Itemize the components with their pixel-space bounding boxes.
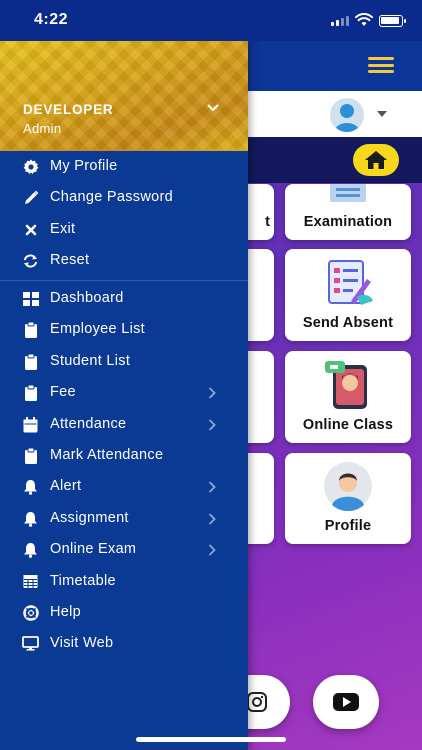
pencil-icon: [22, 189, 39, 206]
cellular-signal-icon: [331, 16, 349, 26]
drawer-divider: [0, 280, 248, 281]
profile-avatar-icon: [324, 462, 372, 511]
chevron-right-icon: [209, 513, 216, 525]
dashboard-card-partial-label: t: [265, 214, 270, 230]
menu-item-online-exam[interactable]: Online Exam: [0, 534, 248, 564]
examination-label: Examination: [303, 214, 393, 230]
clipboard-icon: [22, 353, 39, 370]
examination-icon: [330, 184, 366, 202]
menu-item-label: Reset: [50, 252, 90, 268]
menu-item-label: Dashboard: [50, 290, 124, 306]
menu-item-alert[interactable]: Alert: [0, 471, 248, 501]
menu-item-student-list[interactable]: Student List: [0, 346, 248, 376]
table-icon: [22, 573, 39, 590]
online-class-card[interactable]: Online Class: [285, 351, 411, 443]
chevron-right-icon: [209, 481, 216, 493]
menu-item-label: Change Password: [50, 189, 173, 205]
chevron-right-icon: [209, 544, 216, 556]
refresh-icon: [22, 252, 39, 269]
menu-item-label: Fee: [50, 384, 76, 400]
menu-item-my-profile[interactable]: My Profile: [0, 151, 248, 181]
close-icon: [22, 221, 39, 238]
menu-item-label: Help: [50, 604, 82, 620]
send-absent-card[interactable]: Send Absent: [285, 249, 411, 341]
calendar-icon: [22, 416, 39, 433]
clipboard-icon: [22, 447, 39, 464]
drawer-header[interactable]: DEVELOPER Admin: [0, 41, 248, 151]
profile-card[interactable]: Profile: [285, 453, 411, 544]
menu-item-label: Mark Attendance: [50, 447, 164, 463]
menu-item-label: Alert: [50, 478, 82, 494]
user-dropdown-caret-icon[interactable]: [377, 111, 387, 117]
home-button[interactable]: [353, 144, 399, 176]
menu-item-help[interactable]: Help: [0, 597, 248, 627]
examination-card[interactable]: Examination: [285, 184, 411, 240]
menu-item-exit[interactable]: Exit: [0, 214, 248, 244]
battery-icon: [379, 15, 406, 27]
monitor-icon: [22, 635, 39, 652]
navigation-drawer: DEVELOPER Admin My Profile Change Passwo…: [0, 41, 248, 750]
menu-item-attendance[interactable]: Attendance: [0, 409, 248, 439]
send-absent-icon: [328, 260, 373, 305]
menu-item-label: Exit: [50, 221, 76, 237]
drawer-user-name: DEVELOPER: [23, 102, 114, 117]
menu-item-fee[interactable]: Fee: [0, 377, 248, 407]
bell-icon: [22, 510, 39, 527]
menu-item-reset[interactable]: Reset: [0, 245, 248, 275]
menu-item-label: My Profile: [50, 158, 118, 174]
clipboard-icon: [22, 321, 39, 338]
home-icon: [365, 151, 387, 169]
bell-icon: [22, 478, 39, 495]
menu-item-visit-web[interactable]: Visit Web: [0, 628, 248, 658]
online-class-label: Online Class: [302, 417, 394, 433]
menu-item-dashboard[interactable]: Dashboard: [0, 283, 248, 313]
chevron-down-icon[interactable]: [207, 103, 219, 113]
menu-item-label: Assignment: [50, 510, 129, 526]
user-avatar-icon[interactable]: [330, 98, 364, 132]
youtube-icon: [333, 693, 359, 711]
wifi-icon: [355, 13, 373, 26]
lifebuoy-icon: [22, 604, 39, 621]
profile-label: Profile: [324, 518, 372, 534]
menu-item-timetable[interactable]: Timetable: [0, 566, 248, 596]
menu-item-change-password[interactable]: Change Password: [0, 182, 248, 212]
instagram-icon: [247, 692, 267, 712]
menu-item-assignment[interactable]: Assignment: [0, 503, 248, 533]
youtube-button[interactable]: [313, 675, 379, 729]
send-absent-label: Send Absent: [302, 315, 394, 331]
online-class-icon: [325, 361, 367, 409]
menu-item-label: Attendance: [50, 416, 127, 432]
clipboard-icon: [22, 384, 39, 401]
gear-icon: [22, 158, 39, 175]
menu-item-label: Visit Web: [50, 635, 114, 651]
menu-item-label: Timetable: [50, 573, 116, 589]
dashboard-icon: [22, 290, 39, 307]
home-indicator: [136, 737, 286, 742]
menu-item-employee-list[interactable]: Employee List: [0, 314, 248, 344]
chevron-right-icon: [209, 419, 216, 431]
menu-item-label: Online Exam: [50, 541, 137, 557]
status-time: 4:22: [34, 11, 69, 28]
drawer-user-role: Admin: [23, 121, 62, 136]
menu-item-label: Student List: [50, 353, 131, 369]
bell-icon: [22, 541, 39, 558]
status-bar: 4:22: [0, 0, 422, 41]
menu-item-label: Employee List: [50, 321, 145, 337]
menu-item-mark-attendance[interactable]: Mark Attendance: [0, 440, 248, 470]
chevron-right-icon: [209, 387, 216, 399]
menu-icon[interactable]: [368, 57, 394, 73]
